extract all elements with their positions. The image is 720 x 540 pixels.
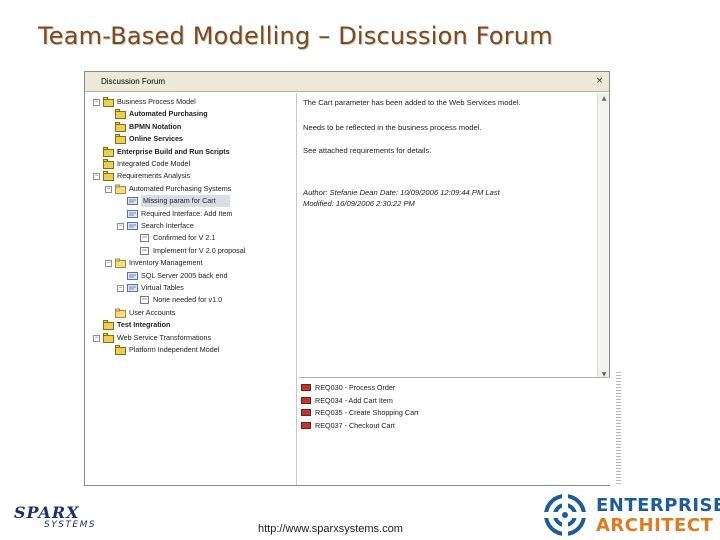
tree-item[interactable]: Enterprise Build and Run Scripts [85, 146, 295, 158]
footer-url: http://www.sparxsystems.com [258, 523, 403, 535]
forum-tree: − Business Process Model Automated Purchas… [85, 93, 297, 485]
package-icon [103, 332, 114, 343]
collapse-toggle-icon[interactable]: − [117, 285, 124, 292]
tree-item-label: Missing param for Cart [141, 195, 230, 208]
tree-item[interactable]: Required Interface: Add Item [85, 208, 295, 220]
enterprise-architect-logo-icon [544, 494, 586, 536]
attachment-label: REQ035 - Create Shopping Cart [315, 408, 419, 417]
attachments-pane: REQ030 - Process Order REQ034 - Add Cart … [299, 377, 610, 485]
tree-item-label: SQL Server 2005 back end [141, 270, 228, 280]
reply-icon [139, 295, 150, 305]
message-text-line: Needs to be reflected in the business pr… [303, 123, 482, 132]
tree-item-label: Confirmed for V 2.1 [153, 233, 216, 243]
tree-item-label: Automated Purchasing Systems [129, 183, 232, 193]
tree-item-label: Requirements Analysis [117, 171, 191, 181]
discussion-forum-window: Discussion Forum × − Business Process Mod… [84, 71, 610, 486]
topic-icon [127, 221, 138, 231]
package-icon [103, 159, 114, 169]
sparx-logo-subtitle: SYSTEMS [44, 520, 97, 530]
tree-item[interactable]: Confirmed for V 2.1 [85, 232, 295, 244]
tree-item[interactable]: Automated Purchasing [85, 108, 295, 120]
message-author-meta: Author: Stefanie Dean Date: 10/09/2006 1… [303, 188, 500, 197]
requirement-icon [301, 384, 311, 391]
tree-item[interactable]: − Automated Purchasing Systems [85, 183, 295, 195]
collapse-toggle-icon[interactable]: − [93, 334, 100, 342]
tree-item[interactable]: Online Services [85, 133, 295, 145]
package-icon [103, 97, 114, 107]
ea-logo-line2: ARCHITECT [596, 515, 714, 536]
topic-icon [127, 283, 138, 293]
reply-icon [139, 246, 150, 256]
message-pane: The Cart parameter has been added to the… [299, 93, 595, 381]
tree-item[interactable]: − Business Process Model [85, 96, 295, 108]
folder-icon [115, 308, 126, 318]
collapse-toggle-icon[interactable]: − [117, 223, 124, 230]
collapse-toggle-icon[interactable]: − [93, 99, 100, 106]
tree-item[interactable]: Implement for V 2.0 proposal [85, 245, 295, 257]
tree-item-label: Required Interface: Add Item [141, 208, 233, 218]
package-icon [115, 345, 126, 355]
package-icon [103, 320, 114, 331]
tree-item[interactable]: Missing param for Cart [85, 195, 295, 208]
collapse-toggle-icon[interactable]: − [93, 173, 100, 181]
tree-item[interactable]: Platform Independent Model [85, 344, 295, 356]
tree-item[interactable]: − Web Service Transformations [85, 332, 295, 344]
tree-item-label: Online Services [129, 134, 183, 144]
requirement-icon [301, 409, 311, 416]
tree-item-label: Enterprise Build and Run Scripts [117, 146, 230, 156]
message-text-line: See attached requirements for details. [303, 146, 432, 155]
tree-item[interactable]: User Accounts [85, 307, 295, 319]
message-scrollbar[interactable]: ▲ ▼ [597, 93, 609, 381]
tree-item[interactable]: − Requirements Analysis [85, 170, 295, 182]
requirement-icon [301, 421, 311, 429]
tree-item-label: User Accounts [129, 307, 176, 317]
requirement-icon [301, 396, 311, 404]
tree-item[interactable]: None needed for v1.0 [85, 294, 295, 306]
tree-item-label: None needed for v1.0 [153, 295, 223, 305]
window-title: Discussion Forum [101, 77, 166, 86]
topic-icon [127, 196, 138, 206]
collapse-toggle-icon[interactable]: − [105, 260, 112, 268]
attachment-label: REQ037 - Checkout Cart [315, 420, 395, 430]
reply-icon [139, 233, 150, 243]
tree-item[interactable]: − Virtual Tables [85, 282, 295, 294]
scroll-up-icon[interactable]: ▲ [599, 94, 609, 104]
tree-item-label: Test Integration [117, 320, 171, 330]
package-icon [115, 121, 126, 132]
splitter-handle[interactable] [616, 372, 621, 486]
attachment-label: REQ030 - Process Order [315, 383, 396, 392]
tree-item[interactable]: − Search Interface [85, 220, 295, 232]
tree-item[interactable]: Test Integration [85, 319, 295, 331]
collapse-toggle-icon[interactable]: − [105, 185, 112, 193]
close-icon[interactable]: × [594, 76, 605, 87]
tree-item-label: Platform Independent Model [129, 345, 220, 354]
tree-item-label: Web Service Transformations [117, 332, 212, 342]
tree-item[interactable]: − Inventory Management [85, 257, 295, 269]
folder-icon [115, 258, 126, 269]
tree-item-label: Business Process Model [117, 97, 196, 106]
slide-title: Team-Based Modelling – Discussion Forum [38, 22, 553, 50]
tree-item-label: BPMN Notation [129, 121, 182, 131]
folder-icon [115, 184, 126, 194]
tree-item[interactable]: SQL Server 2005 back end [85, 270, 295, 282]
tree-item-label: Inventory Management [129, 258, 203, 268]
message-text-line: The Cart parameter has been added to the… [303, 98, 521, 107]
message-modified-meta: Modified: 16/09/2006 2:30:22 PM [303, 199, 415, 208]
tree-item-label: Search Interface [141, 221, 194, 230]
package-icon [115, 134, 126, 145]
tree-item-label: Implement for V 2.0 proposal [153, 245, 246, 255]
topic-icon [127, 209, 138, 219]
tree-item-label: Automated Purchasing [129, 109, 208, 119]
tree-item-label: Integrated Code Model [117, 159, 191, 168]
attachment-label: REQ034 - Add Cart Item [315, 395, 393, 405]
tree-item[interactable]: Integrated Code Model [85, 158, 295, 170]
window-titlebar: Discussion Forum × [85, 72, 609, 92]
package-icon [103, 146, 114, 157]
tree-item[interactable]: BPMN Notation [85, 121, 295, 133]
ea-logo-line1: ENTERPRISE [596, 495, 720, 516]
tree-item-label: Virtual Tables [141, 283, 184, 292]
package-icon [103, 171, 114, 182]
topic-icon [127, 271, 138, 281]
package-icon [115, 109, 126, 120]
